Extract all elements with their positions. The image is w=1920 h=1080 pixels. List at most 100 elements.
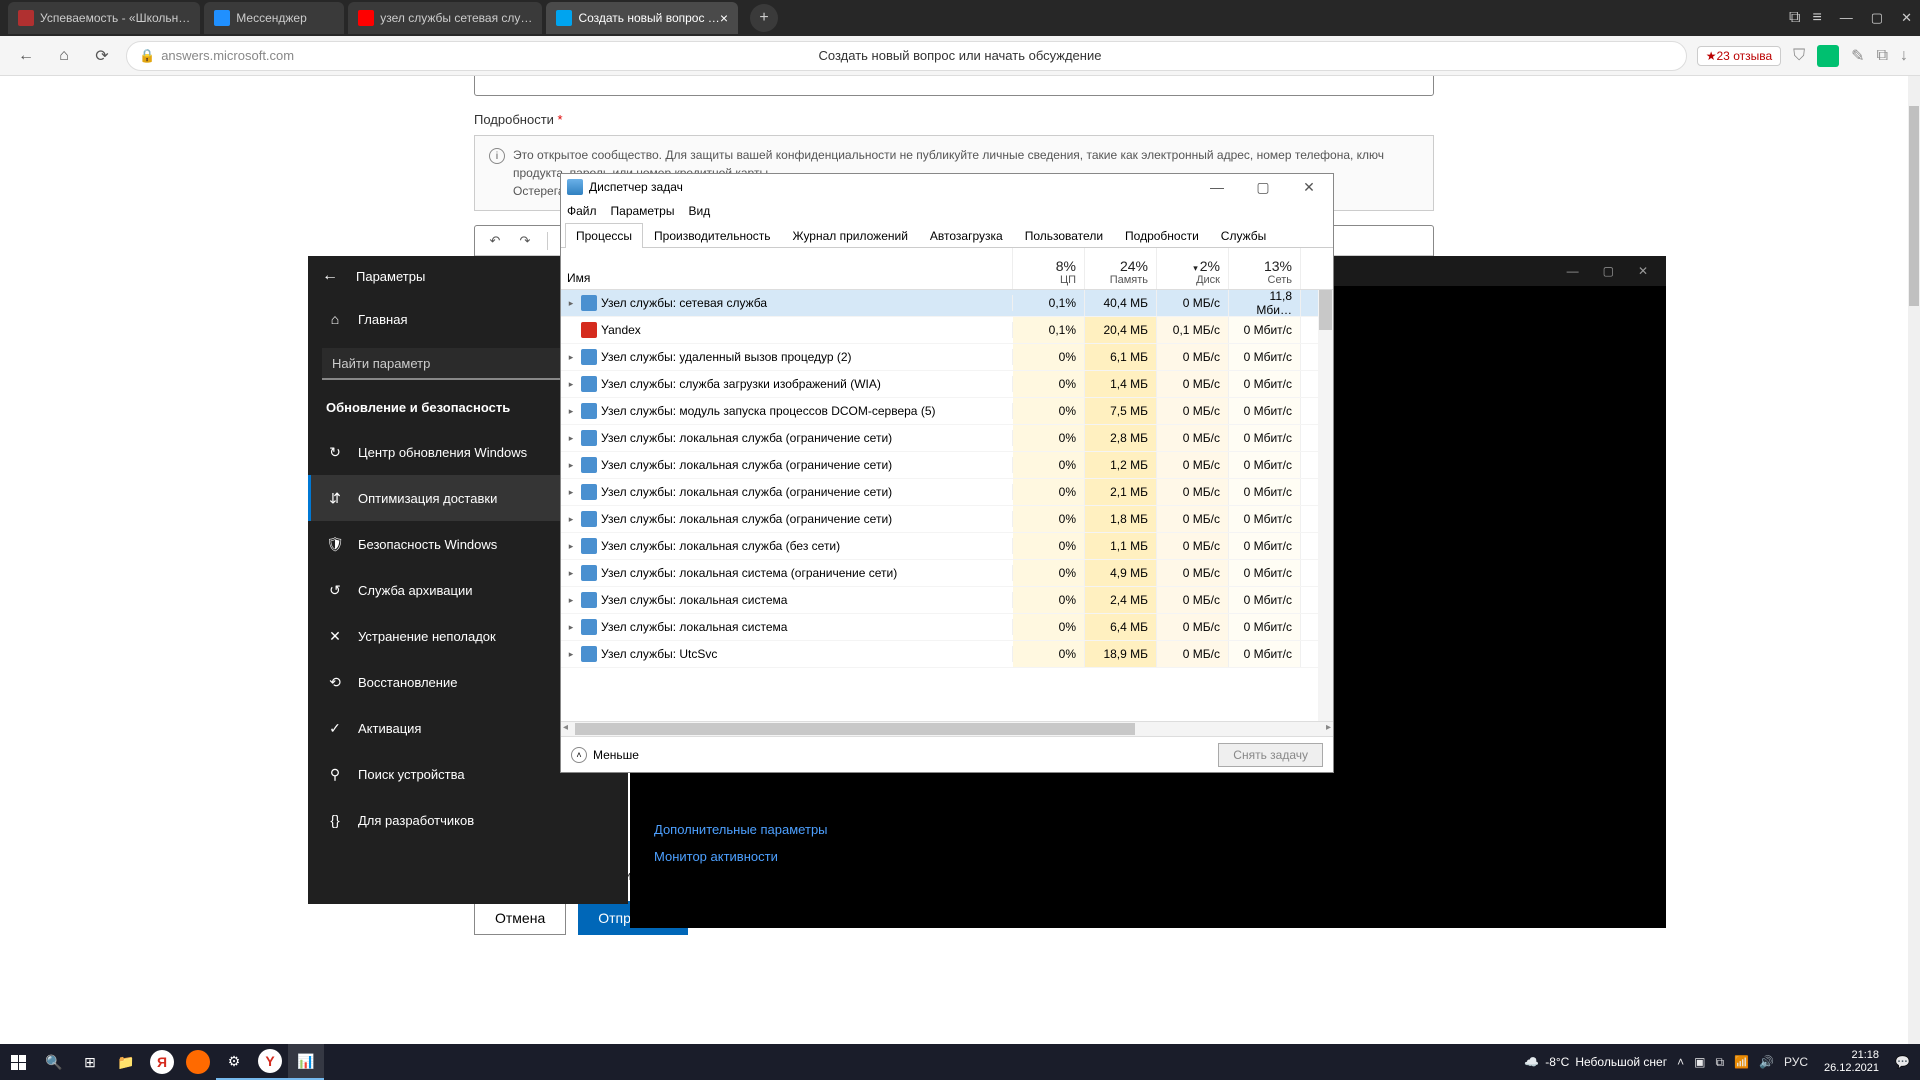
question-title-input[interactable] (474, 76, 1434, 96)
tm-tab-3[interactable]: Автозагрузка (919, 223, 1014, 248)
reviews-badge[interactable]: ★23 отзыва (1697, 46, 1781, 66)
tm-menu-1[interactable]: Параметры (611, 204, 675, 218)
explorer-icon[interactable]: 📁 (108, 1044, 144, 1080)
tm-vscrollbar[interactable] (1318, 290, 1333, 721)
tm-tab-2[interactable]: Журнал приложений (782, 223, 919, 248)
tray-volume-icon[interactable]: 🔊 (1759, 1055, 1774, 1069)
tm-vscroll-thumb[interactable] (1319, 290, 1332, 330)
taskmanager-taskbar-icon[interactable]: 📊 (288, 1044, 324, 1080)
downloads-icon[interactable]: ↓ (1900, 47, 1908, 65)
undo-button[interactable]: ↶ (483, 229, 507, 253)
expand-icon[interactable]: ▸ (565, 487, 577, 498)
tm-hscroll-thumb[interactable] (575, 723, 1135, 735)
expand-icon[interactable]: ▸ (565, 622, 577, 633)
reload-button[interactable]: ⟳ (88, 42, 116, 70)
weather-widget[interactable]: ☁️ -8°C Небольшой снег (1524, 1055, 1667, 1069)
tm-row-9[interactable]: ▸Узел службы: локальная служба (без сети… (561, 533, 1333, 560)
tm-row-12[interactable]: ▸Узел службы: локальная система0%6,4 МБ0… (561, 614, 1333, 641)
expand-icon[interactable]: ▸ (565, 379, 577, 390)
settings-back-button[interactable]: ← (322, 267, 338, 285)
tm-row-1[interactable]: Yandex0,1%20,4 МБ0,1 МБ/с0 Мбит/с (561, 317, 1333, 344)
cancel-button[interactable]: Отмена (474, 901, 566, 935)
tm-tab-1[interactable]: Производительность (643, 223, 781, 248)
tm-fewer-details-button[interactable]: ˄ Меньше (571, 747, 639, 763)
tm-row-7[interactable]: ▸Узел службы: локальная служба (ограниче… (561, 479, 1333, 506)
browser-tab-1[interactable]: Мессенджер (204, 2, 344, 34)
back-button[interactable]: ← (12, 42, 40, 70)
browser-tab-0[interactable]: Успеваемость - «Школьн… (8, 2, 200, 34)
browser-tab-2[interactable]: узел службы сетевая слу… (348, 2, 542, 34)
tm-titlebar[interactable]: Диспетчер задач — ▢ ✕ (561, 174, 1333, 200)
expand-icon[interactable]: ▸ (565, 595, 577, 606)
tm-tab-0[interactable]: Процессы (565, 223, 643, 248)
bw-close[interactable]: ✕ (1638, 264, 1648, 278)
tm-tab-4[interactable]: Пользователи (1014, 223, 1114, 248)
start-button[interactable] (0, 1044, 36, 1080)
tm-col-ЦП[interactable]: 8%ЦП (1013, 248, 1085, 289)
settings-taskbar-icon[interactable]: ⚙ (216, 1044, 252, 1080)
tm-row-4[interactable]: ▸Узел службы: модуль запуска процессов D… (561, 398, 1333, 425)
tm-row-3[interactable]: ▸Узел службы: служба загрузки изображени… (561, 371, 1333, 398)
task-view-button[interactable]: ⊞ (72, 1044, 108, 1080)
tm-col-Память[interactable]: 24%Память (1085, 248, 1157, 289)
tm-row-5[interactable]: ▸Узел службы: локальная служба (ограниче… (561, 425, 1333, 452)
action-center-icon[interactable]: 💬 (1895, 1055, 1910, 1069)
expand-icon[interactable]: ▸ (565, 406, 577, 417)
menu-icon[interactable]: ≡ (1812, 9, 1821, 27)
tm-row-11[interactable]: ▸Узел службы: локальная система0%2,4 МБ0… (561, 587, 1333, 614)
tm-hscrollbar[interactable] (561, 721, 1333, 736)
tm-minimize-button[interactable]: — (1199, 179, 1235, 196)
extension-icon-1[interactable] (1817, 45, 1839, 67)
expand-icon[interactable]: ▸ (565, 649, 577, 660)
bw-maximize[interactable]: ▢ (1603, 264, 1614, 278)
settings-item-8[interactable]: {}Для разработчиков (308, 797, 628, 843)
url-input[interactable]: 🔒 answers.microsoft.com Создать новый во… (126, 41, 1687, 71)
browser-tab-3[interactable]: Создать новый вопрос …× (546, 2, 738, 34)
yandex-browser-icon[interactable]: Y (252, 1044, 288, 1080)
scrollbar-thumb[interactable] (1909, 106, 1919, 306)
bw-minimize[interactable]: — (1567, 264, 1579, 278)
expand-icon[interactable]: ▸ (565, 568, 577, 579)
tm-menu-2[interactable]: Вид (688, 204, 710, 218)
tray-network-icon[interactable]: 📶 (1734, 1055, 1749, 1069)
expand-icon[interactable]: ▸ (565, 514, 577, 525)
new-tab-button[interactable]: + (750, 4, 778, 32)
panel-icon[interactable]: ⧉ (1789, 9, 1800, 27)
tray-chevron-icon[interactable]: ˄ (1677, 1055, 1684, 1069)
bookmark-icon[interactable]: ⛉ (1793, 47, 1805, 65)
expand-icon[interactable]: ▸ (565, 433, 577, 444)
tm-col-Сеть[interactable]: 13%Сеть (1229, 248, 1301, 289)
tm-maximize-button[interactable]: ▢ (1245, 179, 1281, 196)
minimize-button[interactable]: — (1840, 10, 1853, 26)
home-button[interactable]: ⌂ (50, 42, 78, 70)
app-icon-orange[interactable] (180, 1044, 216, 1080)
maximize-button[interactable]: ▢ (1871, 10, 1883, 26)
page-scrollbar[interactable] (1908, 76, 1920, 1044)
tm-row-8[interactable]: ▸Узел службы: локальная служба (ограниче… (561, 506, 1333, 533)
tray-onedrive-icon[interactable]: ▣ (1694, 1055, 1705, 1069)
search-button[interactable]: 🔍 (36, 1044, 72, 1080)
tm-tab-6[interactable]: Службы (1210, 223, 1277, 248)
tm-close-button[interactable]: ✕ (1291, 179, 1327, 196)
tray-lang[interactable]: РУС (1784, 1055, 1808, 1069)
additional-params-link[interactable]: Дополнительные параметры (630, 816, 1666, 843)
close-button[interactable]: ✕ (1901, 10, 1912, 26)
tm-col-name[interactable]: Имя (561, 248, 1013, 289)
yandex-icon[interactable]: Я (144, 1044, 180, 1080)
expand-icon[interactable]: ▸ (565, 460, 577, 471)
tm-tab-5[interactable]: Подробности (1114, 223, 1210, 248)
close-tab-icon[interactable]: × (720, 10, 728, 26)
tray-bluetooth-icon[interactable]: ⧉ (1715, 1055, 1724, 1070)
expand-icon[interactable]: ▸ (565, 541, 577, 552)
tm-row-2[interactable]: ▸Узел службы: удаленный вызов процедур (… (561, 344, 1333, 371)
extension-icon-3[interactable]: ⧉ (1877, 47, 1888, 65)
clock[interactable]: 21:18 26.12.2021 (1818, 1049, 1885, 1075)
expand-icon[interactable]: ▸ (565, 352, 577, 363)
tm-row-13[interactable]: ▸Узел службы: UtcSvc0%18,9 МБ0 МБ/с0 Мби… (561, 641, 1333, 668)
tm-row-10[interactable]: ▸Узел службы: локальная система (огранич… (561, 560, 1333, 587)
tm-end-task-button[interactable]: Снять задачу (1218, 743, 1323, 767)
expand-icon[interactable]: ▸ (565, 298, 577, 309)
tm-menu-0[interactable]: Файл (567, 204, 597, 218)
tm-row-0[interactable]: ▸Узел службы: сетевая служба0,1%40,4 МБ0… (561, 290, 1333, 317)
tm-col-Диск[interactable]: ▾2%Диск (1157, 248, 1229, 289)
